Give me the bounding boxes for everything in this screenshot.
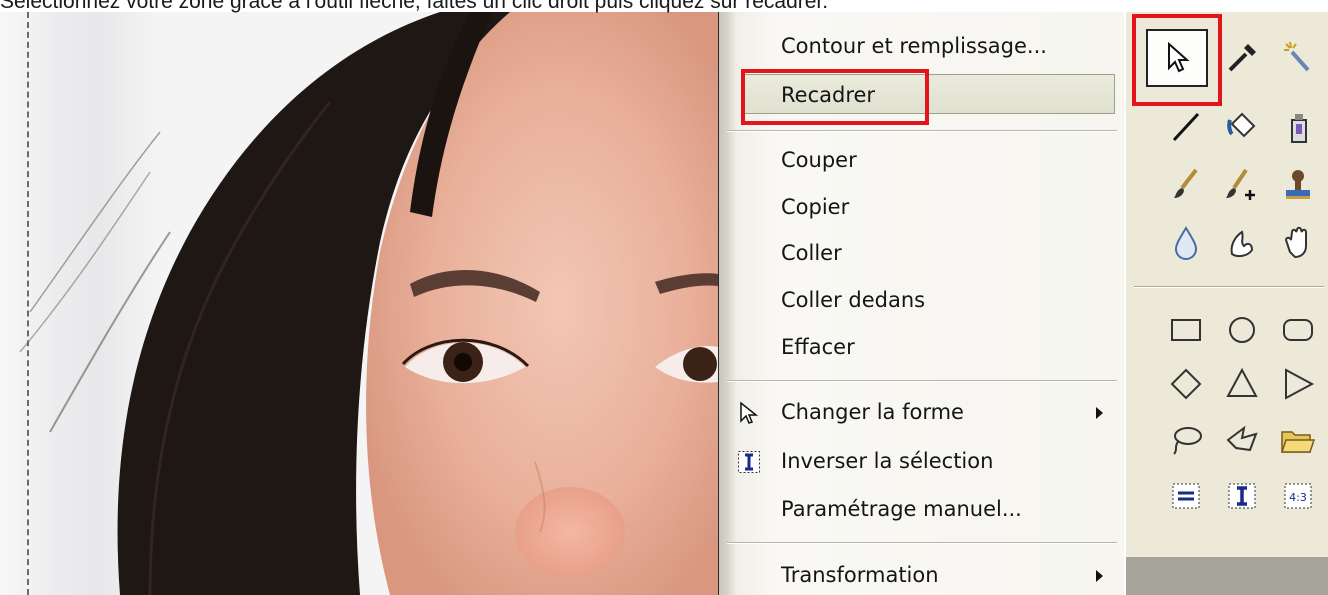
rectangle-icon (1171, 319, 1201, 341)
brush-tool[interactable] (1162, 160, 1210, 208)
lasso-icon (1173, 427, 1202, 455)
menu-item-label: Changer la forme (781, 400, 964, 424)
submenu-arrow-icon (1096, 570, 1103, 582)
menu-separator (727, 130, 1117, 132)
open-folder-tool[interactable] (1274, 416, 1322, 464)
menu-item-changer-forme[interactable]: Changer la forme (719, 392, 1124, 432)
menu-item-label: Couper (781, 148, 857, 172)
eyedropper-icon (1228, 44, 1256, 72)
menu-item-label: Copier (781, 195, 850, 219)
menu-separator (727, 380, 1117, 382)
smudge-icon (1230, 230, 1254, 258)
menu-item-label: Paramétrage manuel... (781, 497, 1022, 521)
rounded-rect-tool[interactable] (1274, 306, 1322, 354)
ratio-label: 4:3 (1289, 491, 1307, 504)
open-folder-icon (1280, 431, 1316, 453)
menu-item-copier[interactable]: Copier (719, 187, 1124, 227)
hand-icon (1284, 226, 1307, 259)
ellipse-tool[interactable] (1218, 306, 1266, 354)
menu-item-label: Transformation (781, 563, 939, 587)
menu-item-parametrage-manuel[interactable]: Paramétrage manuel... (719, 489, 1124, 529)
stamp-tool[interactable] (1274, 160, 1322, 208)
highlight-select-tool (1132, 14, 1222, 106)
menu-separator (727, 542, 1117, 544)
triangle-icon (1226, 367, 1258, 397)
menu-item-couper[interactable]: Couper (719, 140, 1124, 180)
paint-bucket-icon (1227, 112, 1256, 138)
menu-item-label: Effacer (781, 335, 855, 359)
equal-box-icon (1172, 483, 1200, 509)
ratio-box-icon: 4:3 (1284, 483, 1312, 509)
line-icon (1172, 112, 1200, 142)
lasso-tool[interactable] (1162, 416, 1210, 464)
eyedropper-tool[interactable] (1218, 34, 1266, 82)
brush-plus-icon (1226, 168, 1255, 200)
menu-item-label: Coller (781, 241, 842, 265)
toolbox-divider (1134, 286, 1324, 288)
equal-box-tool[interactable] (1162, 472, 1210, 520)
menu-item-label: Inverser la sélection (781, 449, 994, 473)
triangle-tool[interactable] (1218, 360, 1266, 408)
water-drop-icon (1174, 226, 1198, 260)
invert-selection-icon (738, 451, 760, 473)
ratio-box-tool[interactable]: 4:3 (1274, 472, 1322, 520)
highlight-recadrer (741, 69, 929, 125)
line-tool[interactable] (1162, 102, 1210, 150)
spray-can-tool[interactable] (1274, 102, 1322, 150)
selection-marquee (27, 12, 29, 595)
brush-plus-tool[interactable] (1218, 160, 1266, 208)
portrait-photo (19, 12, 718, 595)
water-drop-tool[interactable] (1162, 218, 1210, 266)
magic-wand-icon (1284, 41, 1310, 72)
magic-wand-tool[interactable] (1274, 34, 1322, 82)
arrow-cursor-icon (740, 401, 759, 424)
polygon-lasso-tool[interactable] (1218, 416, 1266, 464)
menu-item-coller-dedans[interactable]: Coller dedans (719, 280, 1124, 320)
diamond-icon (1170, 368, 1202, 400)
hand-tool[interactable] (1274, 218, 1322, 266)
ellipse-icon (1229, 317, 1255, 343)
text-cursor-box-icon (1228, 483, 1256, 509)
play-triangle-tool[interactable] (1274, 360, 1322, 408)
menu-item-transformation[interactable]: Transformation (719, 555, 1124, 595)
brush-icon (1174, 168, 1198, 198)
diamond-tool[interactable] (1162, 360, 1210, 408)
instruction-text: Sélectionnez votre zone grâce à l'outil … (0, 0, 829, 13)
smudge-tool[interactable] (1218, 218, 1266, 266)
submenu-arrow-icon (1096, 407, 1103, 419)
menu-item-label: Coller dedans (781, 288, 926, 312)
spray-can-icon (1291, 114, 1307, 143)
text-cursor-box-tool[interactable] (1218, 472, 1266, 520)
stamp-icon (1286, 170, 1310, 199)
toolbox-bottom-bar (1126, 557, 1328, 595)
menu-item-effacer[interactable]: Effacer (719, 327, 1124, 367)
menu-item-coller[interactable]: Coller (719, 233, 1124, 273)
rectangle-tool[interactable] (1162, 306, 1210, 354)
photo-canvas[interactable] (0, 12, 718, 595)
play-triangle-icon (1285, 368, 1315, 400)
menu-item-inverser-selection[interactable]: Inverser la sélection (719, 441, 1124, 481)
menu-item-contour[interactable]: Contour et remplissage... (719, 26, 1124, 66)
rounded-rect-icon (1283, 319, 1313, 341)
menu-item-label: Contour et remplissage... (781, 34, 1047, 58)
polygon-lasso-icon (1226, 425, 1258, 452)
paint-bucket-tool[interactable] (1218, 102, 1266, 150)
